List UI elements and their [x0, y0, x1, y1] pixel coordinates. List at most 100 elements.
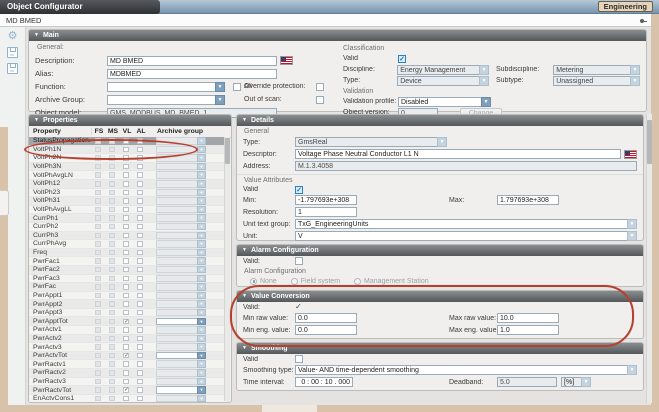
vl-checkbox[interactable]	[123, 344, 129, 350]
archive-group-dropdown[interactable]: ▼	[156, 395, 206, 402]
al-checkbox[interactable]	[137, 301, 143, 307]
subdiscipline-dropdown[interactable]: Metering ▼	[553, 65, 640, 75]
vl-checkbox[interactable]: ✓	[123, 387, 129, 393]
property-row[interactable]: EnActvCons1▼	[29, 395, 224, 402]
engineering-mode-button[interactable]: Engineering	[598, 1, 653, 12]
vl-checkbox[interactable]	[123, 147, 129, 153]
property-row[interactable]: PwrFac▼	[29, 283, 224, 292]
all-checkbox[interactable]	[233, 83, 241, 91]
property-row[interactable]: PwrRactvTot✓▼	[29, 386, 224, 395]
property-row[interactable]: PwrActv1▼	[29, 326, 224, 335]
archive-group-dropdown[interactable]: ▼	[156, 386, 206, 394]
archive-group-dropdown[interactable]: ▼	[156, 309, 206, 317]
al-checkbox[interactable]	[137, 224, 143, 230]
dropdown-arrow-icon[interactable]: ▼	[197, 395, 206, 402]
al-checkbox[interactable]	[137, 353, 143, 359]
property-row[interactable]: PwrAppt1▼	[29, 292, 224, 301]
al-checkbox[interactable]	[137, 155, 143, 161]
smoothing-section-header[interactable]: ▼ Smoothing	[237, 343, 643, 354]
al-checkbox[interactable]	[137, 387, 143, 393]
dropdown-arrow-icon[interactable]: ▼	[197, 249, 206, 257]
max-eng-input[interactable]: 1.0	[497, 325, 559, 335]
classification-valid-checkbox[interactable]: ✓	[398, 55, 406, 63]
out-of-scan-checkbox[interactable]	[316, 96, 324, 104]
vl-checkbox[interactable]	[123, 207, 129, 213]
dropdown-arrow-icon[interactable]: ▼	[630, 65, 640, 75]
property-row[interactable]: PwrFac2▼	[29, 266, 224, 275]
archive-group-dropdown[interactable]: ▼	[156, 137, 206, 145]
dropdown-arrow-icon[interactable]: ▼	[481, 97, 491, 107]
archive-group-dropdown[interactable]: ▼	[156, 283, 206, 291]
dropdown-arrow-icon[interactable]: ▼	[197, 352, 206, 360]
al-checkbox[interactable]	[137, 276, 143, 282]
al-checkbox[interactable]	[137, 215, 143, 221]
dropdown-arrow-icon[interactable]: ▼	[197, 232, 206, 240]
property-row[interactable]: PwrAppt2▼	[29, 300, 224, 309]
archive-group-dropdown[interactable]: ▼	[156, 360, 206, 368]
archive-group-dropdown[interactable]: ▼	[156, 300, 206, 308]
min-eng-input[interactable]: 0.0	[295, 325, 357, 335]
archive-group-dropdown[interactable]: ▼	[156, 292, 206, 300]
vl-checkbox[interactable]	[123, 396, 129, 402]
property-row[interactable]: CurrPhAvg▼	[29, 240, 224, 249]
vl-checkbox[interactable]	[123, 361, 129, 367]
splitter-handle[interactable]	[0, 190, 9, 216]
al-checkbox[interactable]	[137, 336, 143, 342]
pin-icon[interactable]	[640, 18, 647, 24]
al-checkbox[interactable]	[137, 207, 143, 213]
property-row[interactable]: VoltPhAvgLN▼	[29, 171, 224, 180]
deadband-unit-dropdown[interactable]: [%] ▼	[561, 377, 591, 387]
subtype-dropdown[interactable]: Unassigned ▼	[553, 76, 640, 86]
dropdown-arrow-icon[interactable]: ▼	[197, 214, 206, 222]
vl-checkbox[interactable]	[123, 336, 129, 342]
alarm-option-field-system[interactable]: Field system	[291, 278, 340, 285]
vl-checkbox[interactable]	[123, 276, 129, 282]
window-tab[interactable]: Object Configurator	[0, 0, 160, 14]
save-all-icon[interactable]	[7, 63, 18, 74]
dropdown-arrow-icon[interactable]: ▼	[197, 146, 206, 154]
dropdown-arrow-icon[interactable]: ▼	[479, 65, 489, 75]
dropdown-arrow-icon[interactable]: ▼	[197, 137, 206, 145]
al-checkbox[interactable]	[137, 172, 143, 178]
al-checkbox[interactable]	[137, 379, 143, 385]
al-checkbox[interactable]	[137, 241, 143, 247]
settings-gear-icon[interactable]: ⚙	[8, 31, 18, 42]
vc-valid-checkmark[interactable]: ✓	[295, 303, 302, 311]
dropdown-arrow-icon[interactable]: ▼	[197, 257, 206, 265]
description-input[interactable]: MD BMED	[107, 56, 277, 66]
main-section-header[interactable]: ▼ Main	[29, 30, 646, 41]
property-row[interactable]: VoltPh12▼	[29, 180, 224, 189]
al-checkbox[interactable]	[137, 233, 143, 239]
dropdown-arrow-icon[interactable]: ▼	[627, 231, 637, 241]
dropdown-arrow-icon[interactable]: ▼	[197, 378, 206, 386]
dropdown-arrow-icon[interactable]: ▼	[197, 171, 206, 179]
dropdown-arrow-icon[interactable]: ▼	[197, 386, 206, 394]
property-row[interactable]: CurrPh2▼	[29, 223, 224, 232]
scrollbar-thumb[interactable]	[647, 120, 652, 164]
archive-group-dropdown[interactable]: ▼	[107, 95, 225, 105]
archive-group-dropdown[interactable]: ▼	[156, 240, 206, 248]
dropdown-arrow-icon[interactable]: ▼	[627, 365, 637, 375]
al-checkbox[interactable]	[137, 267, 143, 273]
properties-section-header[interactable]: ▼ Properties	[29, 115, 231, 126]
property-row[interactable]: PwrAppt3▼	[29, 309, 224, 318]
al-checkbox[interactable]	[137, 258, 143, 264]
dropdown-arrow-icon[interactable]: ▼	[197, 240, 206, 248]
property-row[interactable]: VoltPh31▼	[29, 197, 224, 206]
dropdown-arrow-icon[interactable]: ▼	[197, 300, 206, 308]
property-row[interactable]: PwrApptTot✓▼	[29, 317, 224, 326]
vl-checkbox[interactable]	[123, 327, 129, 333]
vl-checkbox[interactable]	[123, 241, 129, 247]
max-input[interactable]: 1.797693e+308	[497, 195, 559, 205]
archive-group-dropdown[interactable]: ▼	[156, 206, 206, 214]
details-section-header[interactable]: ▼ Details	[237, 115, 643, 126]
dropdown-arrow-icon[interactable]: ▼	[197, 369, 206, 377]
dropdown-arrow-icon[interactable]: ▼	[197, 309, 206, 317]
details-type-dropdown[interactable]: GmsReal ▼	[295, 137, 447, 147]
vl-checkbox[interactable]	[123, 198, 129, 204]
vl-checkbox[interactable]	[123, 138, 129, 144]
property-row[interactable]: CurrPh1▼	[29, 214, 224, 223]
al-checkbox[interactable]	[137, 164, 143, 170]
vl-checkbox[interactable]	[123, 250, 129, 256]
max-raw-input[interactable]: 10.0	[497, 313, 559, 323]
